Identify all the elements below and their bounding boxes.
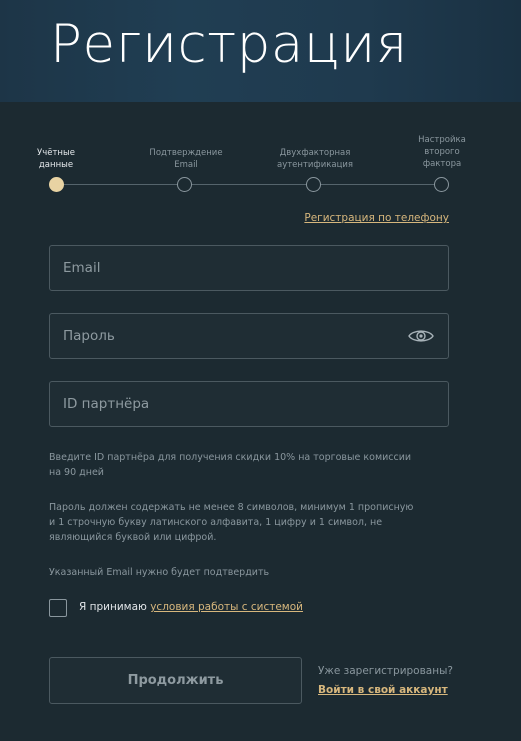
step-label-two-factor: Двухфакторная аутентификация [276, 148, 353, 170]
step-label-second-factor: Настройка второго фактора [418, 135, 466, 169]
page-title: Регистрация [50, 14, 408, 75]
step-label-email-confirmation: Подтверждение Email [149, 148, 223, 170]
registration-stepper: Учётные данные Подтверждение Email Двухф… [0, 120, 521, 200]
step-dot-email-confirmation [177, 177, 192, 192]
email-confirm-hint: Указанный Email нужно будет подтвердить [49, 567, 270, 578]
email-field-wrapper [49, 245, 449, 291]
step-dot-second-factor [434, 177, 449, 192]
phone-registration-link[interactable]: Регистрация по телефону [304, 212, 449, 224]
password-field-wrapper [49, 313, 449, 359]
continue-button[interactable]: Продолжить [49, 657, 302, 704]
login-link[interactable]: Войти в свой аккаунт [318, 684, 448, 696]
step-label-credentials: Учётные данные [37, 148, 75, 170]
partner-id-field[interactable] [50, 382, 448, 426]
eye-icon[interactable] [408, 327, 434, 345]
page-header: Регистрация [0, 0, 521, 102]
terms-link[interactable]: условия работы с системой [150, 601, 303, 613]
partner-id-hint: Введите ID партнёра для получения скидки… [49, 452, 412, 478]
password-requirements-hint: Пароль должен содержать не менее 8 симво… [49, 502, 414, 543]
terms-prefix: Я принимаю [79, 601, 151, 613]
already-registered-text: Уже зарегистрированы? [318, 665, 453, 677]
partner-id-field-wrapper [49, 381, 449, 427]
terms-checkbox[interactable] [49, 599, 67, 617]
step-dot-two-factor [306, 177, 321, 192]
email-field[interactable] [50, 246, 448, 290]
password-field[interactable] [50, 314, 448, 358]
step-dot-credentials [49, 177, 64, 192]
terms-label: Я принимаю условия работы с системой [79, 601, 303, 613]
stepper-line [56, 184, 441, 185]
